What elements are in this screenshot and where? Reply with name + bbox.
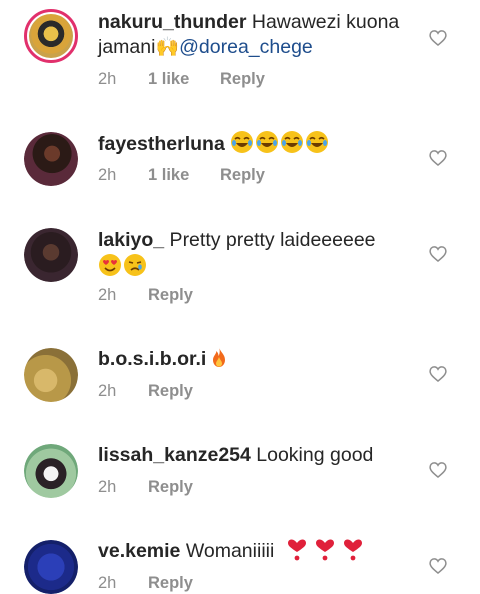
comment-meta: 2h Reply — [98, 382, 193, 401]
comment-time: 2h — [98, 574, 117, 592]
avatar[interactable] — [24, 9, 78, 63]
comment-body: Womaniiiii — [180, 540, 275, 562]
raised-hands-emoji: 🙌 — [155, 36, 180, 58]
comment-time: 2h — [98, 166, 117, 184]
comment-username[interactable]: nakuru_thunder — [98, 11, 246, 33]
fire-emoji — [213, 347, 226, 367]
heart-outline-icon[interactable] — [428, 364, 448, 384]
avatar[interactable] — [24, 228, 78, 282]
comment-text: ve.kemie Womaniiiii — [98, 538, 418, 564]
reply-button[interactable]: Reply — [220, 166, 265, 185]
heart-outline-icon[interactable] — [428, 148, 448, 168]
comment-username[interactable]: lakiyo_ — [98, 229, 164, 251]
heart-outline-icon[interactable] — [428, 244, 448, 264]
emoji-group — [98, 254, 148, 278]
comment-text: lakiyo_ Pretty pretty laideeeeee — [98, 228, 418, 280]
comment-meta: 2h Reply — [98, 478, 193, 497]
comment-body: Pretty pretty laideeeeee — [164, 229, 376, 251]
comment-time: 2h — [98, 478, 117, 496]
comment-text: lissah_kanze254 Looking good — [98, 443, 418, 468]
comment-time: 2h — [98, 70, 117, 88]
comment-username[interactable]: ve.kemie — [98, 540, 180, 562]
comment-likes[interactable]: 1 like — [148, 166, 220, 185]
mention-link[interactable]: @dorea_chege — [179, 36, 313, 58]
heart-exclamation-emoji-group — [280, 539, 364, 562]
laughing-emoji-group — [230, 131, 330, 155]
comment-text: b.o.s.i.b.or.i — [98, 346, 418, 372]
heart-outline-icon[interactable] — [428, 460, 448, 480]
avatar[interactable] — [24, 132, 78, 186]
comment-time: 2h — [98, 286, 117, 304]
comment-username[interactable]: fayestherluna — [98, 133, 225, 155]
comment-likes[interactable]: 1 like — [148, 70, 220, 89]
reply-button[interactable]: Reply — [148, 382, 193, 401]
comment-body-cont: jamani — [98, 36, 156, 58]
reply-button[interactable]: Reply — [220, 70, 265, 89]
comment-time: 2h — [98, 382, 117, 400]
avatar[interactable] — [24, 540, 78, 594]
comment-text: fayestherluna — [98, 130, 418, 157]
comment-body: Looking good — [250, 444, 374, 466]
comment-body: Hawawezi kuona — [246, 11, 400, 33]
avatar[interactable] — [24, 444, 78, 498]
comment-meta: 2h Reply — [98, 286, 193, 305]
avatar[interactable] — [24, 348, 78, 402]
reply-button[interactable]: Reply — [148, 478, 193, 497]
reply-button[interactable]: Reply — [148, 574, 193, 593]
comment-meta: 2h 1 like Reply — [98, 70, 265, 89]
comment-meta: 2h Reply — [98, 574, 193, 593]
comment-username[interactable]: b.o.s.i.b.or.i — [98, 348, 206, 370]
heart-outline-icon[interactable] — [428, 556, 448, 576]
reply-button[interactable]: Reply — [148, 286, 193, 305]
heart-outline-icon[interactable] — [428, 28, 448, 48]
comment-text: nakuru_thunder Hawawezi kuona jamani🙌@do… — [98, 10, 418, 60]
comment-username[interactable]: lissah_kanze254 — [98, 444, 251, 466]
comment-meta: 2h 1 like Reply — [98, 166, 265, 185]
